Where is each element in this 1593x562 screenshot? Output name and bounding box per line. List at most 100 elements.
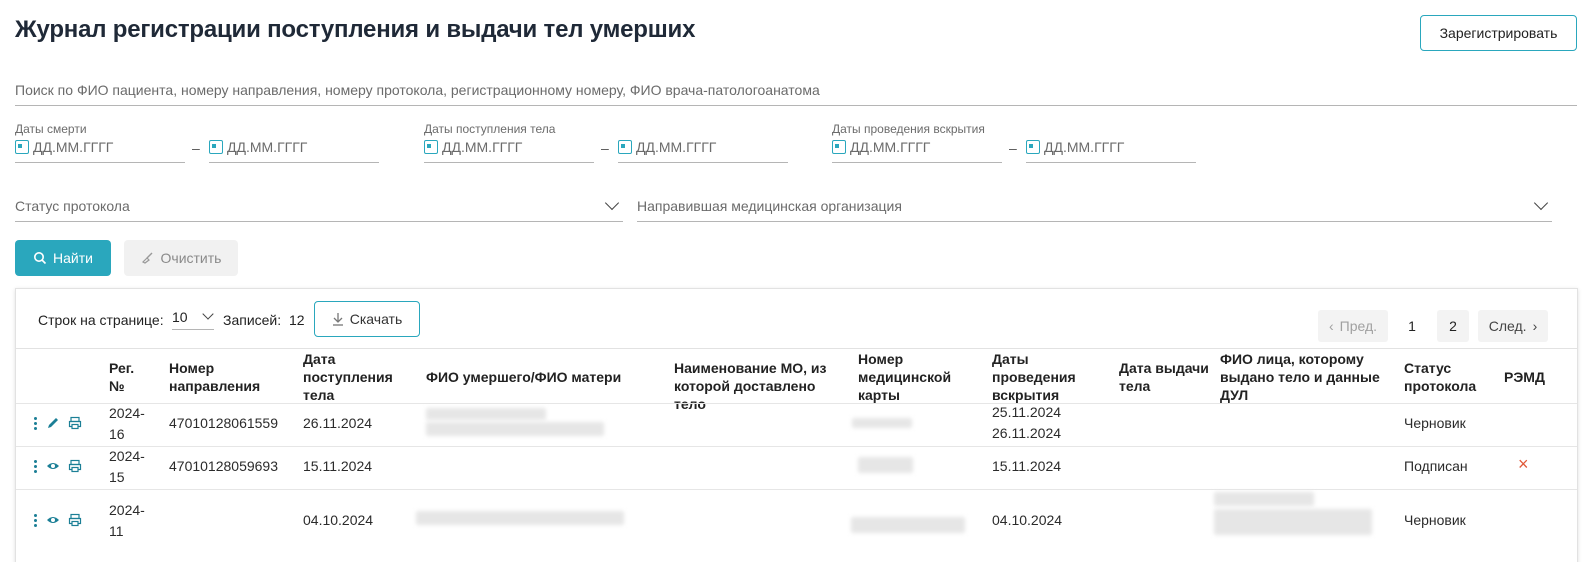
- rows-per-page-value: 10: [172, 308, 188, 325]
- chevron-down-icon: [1533, 195, 1549, 211]
- calendar-icon: [424, 139, 438, 154]
- protocol-status-select[interactable]: Статус протокола: [15, 190, 623, 222]
- cell-autopsy-date: 15.11.2024: [992, 458, 1062, 474]
- admission-date-from-field[interactable]: ДД.ММ.ГГГГ: [424, 131, 594, 163]
- admission-date-to-field[interactable]: ДД.ММ.ГГГГ: [618, 131, 788, 163]
- remd-error-icon[interactable]: ×: [1518, 454, 1529, 475]
- pencil-icon[interactable]: [46, 416, 60, 430]
- printer-icon[interactable]: [68, 416, 82, 430]
- date-placeholder: ДД.ММ.ГГГГ: [636, 138, 717, 155]
- column-header-autopsy[interactable]: Даты проведения вскрытия: [992, 350, 1092, 404]
- chevron-down-icon: [202, 308, 214, 320]
- range-dash: –: [192, 140, 200, 156]
- death-date-from-field[interactable]: ДД.ММ.ГГГГ: [15, 131, 185, 163]
- date-placeholder: ДД.ММ.ГГГГ: [442, 138, 523, 155]
- autopsy-date-to-field[interactable]: ДД.ММ.ГГГГ: [1026, 131, 1196, 163]
- more-vertical-icon[interactable]: [34, 416, 38, 430]
- blurred-med-card: [851, 517, 965, 533]
- chevron-down-icon: [604, 195, 620, 211]
- calendar-icon: [1026, 139, 1040, 154]
- blurred-med-card: [858, 457, 913, 473]
- cell-autopsy-date: 26.11.2024: [992, 425, 1062, 441]
- download-icon: [332, 313, 343, 326]
- column-header-referral[interactable]: Номер направления: [169, 359, 269, 395]
- printer-icon[interactable]: [68, 459, 82, 473]
- cell-admission: 04.10.2024: [303, 512, 374, 528]
- blurred-med-card: [852, 418, 912, 428]
- table-header-divider: [16, 348, 1577, 349]
- pager-next-button[interactable]: След. ›: [1478, 310, 1548, 342]
- chevron-right-icon: ›: [1532, 318, 1538, 334]
- cell-admission: 26.11.2024: [303, 415, 373, 431]
- cell-status: Подписан: [1404, 458, 1468, 474]
- results-table-panel: Строк на странице: 10 Записей: 12 Скачат…: [15, 288, 1578, 562]
- calendar-icon: [209, 139, 223, 154]
- chevron-left-icon: ‹: [1328, 318, 1334, 334]
- records-count: 12: [289, 312, 305, 328]
- printer-icon[interactable]: [68, 513, 82, 527]
- eye-icon[interactable]: [46, 459, 60, 473]
- column-header-reg[interactable]: Рег. №: [109, 359, 149, 395]
- find-button[interactable]: Найти: [15, 240, 111, 276]
- blurred-name: [426, 408, 546, 420]
- download-button[interactable]: Скачать: [314, 301, 420, 337]
- search-icon: [34, 252, 47, 265]
- autopsy-date-from-field[interactable]: ДД.ММ.ГГГГ: [832, 131, 1002, 163]
- row-divider: [16, 489, 1577, 490]
- column-header-release[interactable]: Дата выдачи тела: [1119, 359, 1209, 395]
- column-header-med-card[interactable]: Номер медицинской карты: [858, 350, 968, 404]
- column-header-status[interactable]: Статус протокола: [1404, 359, 1484, 395]
- cell-status: Черновик: [1404, 512, 1466, 528]
- column-header-admission[interactable]: Дата поступления тела: [303, 350, 403, 404]
- date-placeholder: ДД.ММ.ГГГГ: [33, 138, 114, 155]
- pager-prev-button[interactable]: ‹ Пред.: [1318, 310, 1388, 342]
- date-placeholder: ДД.ММ.ГГГГ: [227, 138, 308, 155]
- blurred-recipient: [1214, 492, 1314, 506]
- cell-admission: 15.11.2024: [303, 458, 373, 474]
- pager-page-1[interactable]: 1: [1396, 310, 1428, 342]
- blurred-name: [426, 422, 604, 436]
- calendar-icon: [618, 139, 632, 154]
- register-button[interactable]: Зарегистрировать: [1420, 15, 1577, 51]
- range-dash: –: [601, 140, 609, 156]
- rows-per-page-label: Строк на странице:: [38, 312, 164, 328]
- search-input[interactable]: Поиск по ФИО пациента, номеру направлени…: [15, 78, 1577, 106]
- row-divider: [16, 403, 1577, 404]
- row-divider: [16, 446, 1577, 447]
- referring-org-select[interactable]: Направившая медицинская организация: [637, 190, 1552, 222]
- clear-button[interactable]: Очистить: [124, 240, 238, 276]
- column-header-deceased-name[interactable]: ФИО умершего/ФИО матери: [426, 368, 656, 386]
- column-header-recipient[interactable]: ФИО лица, которому выдано тело и данные …: [1220, 350, 1395, 404]
- cell-reg: 2024-11: [109, 502, 145, 539]
- cell-referral: 47010128061559: [169, 415, 279, 431]
- more-vertical-icon[interactable]: [34, 513, 38, 527]
- pager-next-label: След.: [1488, 318, 1527, 334]
- range-dash: –: [1009, 140, 1017, 156]
- blurred-name: [416, 511, 624, 525]
- calendar-icon: [15, 139, 29, 154]
- cell-autopsy-date: 25.11.2024: [992, 404, 1062, 420]
- cell-referral: 47010128059693: [169, 458, 279, 474]
- broom-icon: [141, 252, 153, 264]
- death-date-to-field[interactable]: ДД.ММ.ГГГГ: [209, 131, 379, 163]
- more-vertical-icon[interactable]: [34, 459, 38, 473]
- cell-status: Черновик: [1404, 415, 1466, 431]
- referring-org-label: Направившая медицинская организация: [637, 197, 902, 214]
- column-header-mo[interactable]: Наименование МО, из которой доставлено т…: [674, 359, 849, 413]
- eye-icon[interactable]: [46, 513, 60, 527]
- calendar-icon: [832, 139, 846, 154]
- cell-reg: 2024-16: [109, 405, 145, 442]
- rows-per-page-select[interactable]: 10: [172, 304, 214, 330]
- find-label: Найти: [53, 250, 93, 266]
- column-header-remd[interactable]: РЭМД: [1504, 368, 1554, 386]
- page-title: Журнал регистрации поступления и выдачи …: [15, 16, 696, 43]
- pager-prev-label: Пред.: [1339, 318, 1378, 334]
- blurred-recipient: [1214, 509, 1372, 535]
- cell-reg: 2024-15: [109, 448, 145, 485]
- date-placeholder: ДД.ММ.ГГГГ: [850, 138, 931, 155]
- date-placeholder: ДД.ММ.ГГГГ: [1044, 138, 1125, 155]
- pager-page-2[interactable]: 2: [1437, 310, 1469, 342]
- cell-autopsy-date: 04.10.2024: [992, 512, 1063, 528]
- protocol-status-label: Статус протокола: [15, 197, 130, 214]
- clear-label: Очистить: [160, 250, 222, 266]
